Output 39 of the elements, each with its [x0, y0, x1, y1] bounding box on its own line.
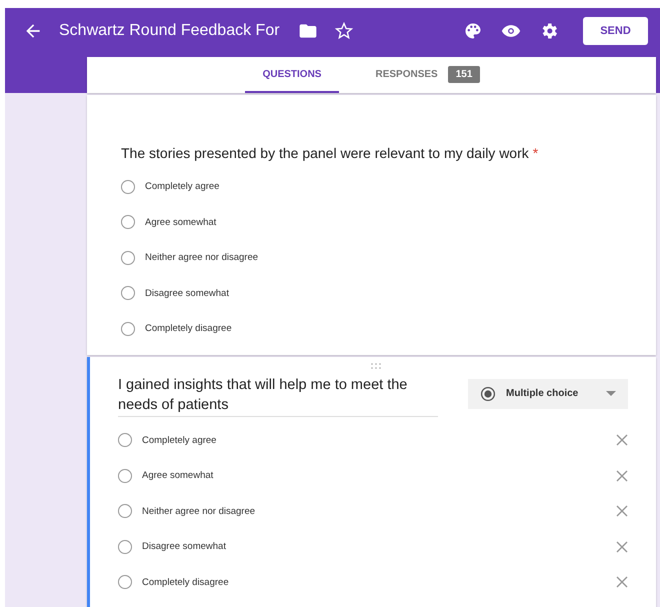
radio-button[interactable]: [121, 322, 135, 336]
option-label[interactable]: Completely disagree: [142, 576, 229, 588]
radio-button[interactable]: [121, 180, 135, 194]
option-label: Neither agree nor disagree: [145, 252, 258, 264]
close-icon[interactable]: [616, 434, 628, 446]
radio-button[interactable]: [118, 575, 132, 590]
close-icon[interactable]: [616, 470, 628, 482]
question-type-dropdown[interactable]: Multiple choice: [468, 378, 628, 408]
close-icon[interactable]: [616, 540, 628, 553]
option-label: Completely disagree: [145, 323, 232, 334]
option-label[interactable]: Agree somewhat: [142, 470, 214, 482]
drag-handle-icon[interactable]: [370, 362, 382, 368]
option-label: Disagree somewhat: [145, 288, 229, 299]
star-icon[interactable]: [334, 20, 354, 40]
radio-button[interactable]: [121, 215, 135, 230]
question-title: The stories presented by the panel were relevant to my daily work *: [121, 144, 538, 163]
response-count-badge: 151: [448, 66, 480, 82]
option-label[interactable]: Neither agree nor disagree: [142, 506, 256, 517]
tab[interactable]: RESPONSES 151: [357, 57, 498, 93]
send-button[interactable]: SEND: [583, 16, 648, 44]
form-title[interactable]: Schwartz Round Feedback For: [59, 22, 280, 40]
radio-selected-icon: [480, 386, 496, 402]
required-asterisk: *: [532, 145, 538, 161]
radio-button[interactable]: [118, 504, 132, 518]
palette-icon[interactable]: [463, 20, 483, 40]
radio-button[interactable]: [118, 540, 132, 554]
radio-button[interactable]: [118, 433, 132, 448]
radio-button[interactable]: [121, 250, 135, 265]
radio-button[interactable]: [118, 468, 132, 483]
radio-button[interactable]: [121, 286, 135, 300]
question-title-field[interactable]: I gained insights that will help me to meet the needs of patients: [118, 374, 438, 416]
option-label: Agree somewhat: [145, 216, 216, 228]
dropdown-caret-icon: [606, 391, 616, 396]
option-label: Completely agree: [145, 181, 220, 192]
close-icon[interactable]: [616, 576, 628, 588]
option-label[interactable]: Disagree somewhat: [142, 541, 226, 552]
close-icon[interactable]: [616, 505, 628, 518]
tab[interactable]: QUESTIONS: [244, 57, 340, 93]
option-label[interactable]: Completely agree: [142, 434, 216, 446]
